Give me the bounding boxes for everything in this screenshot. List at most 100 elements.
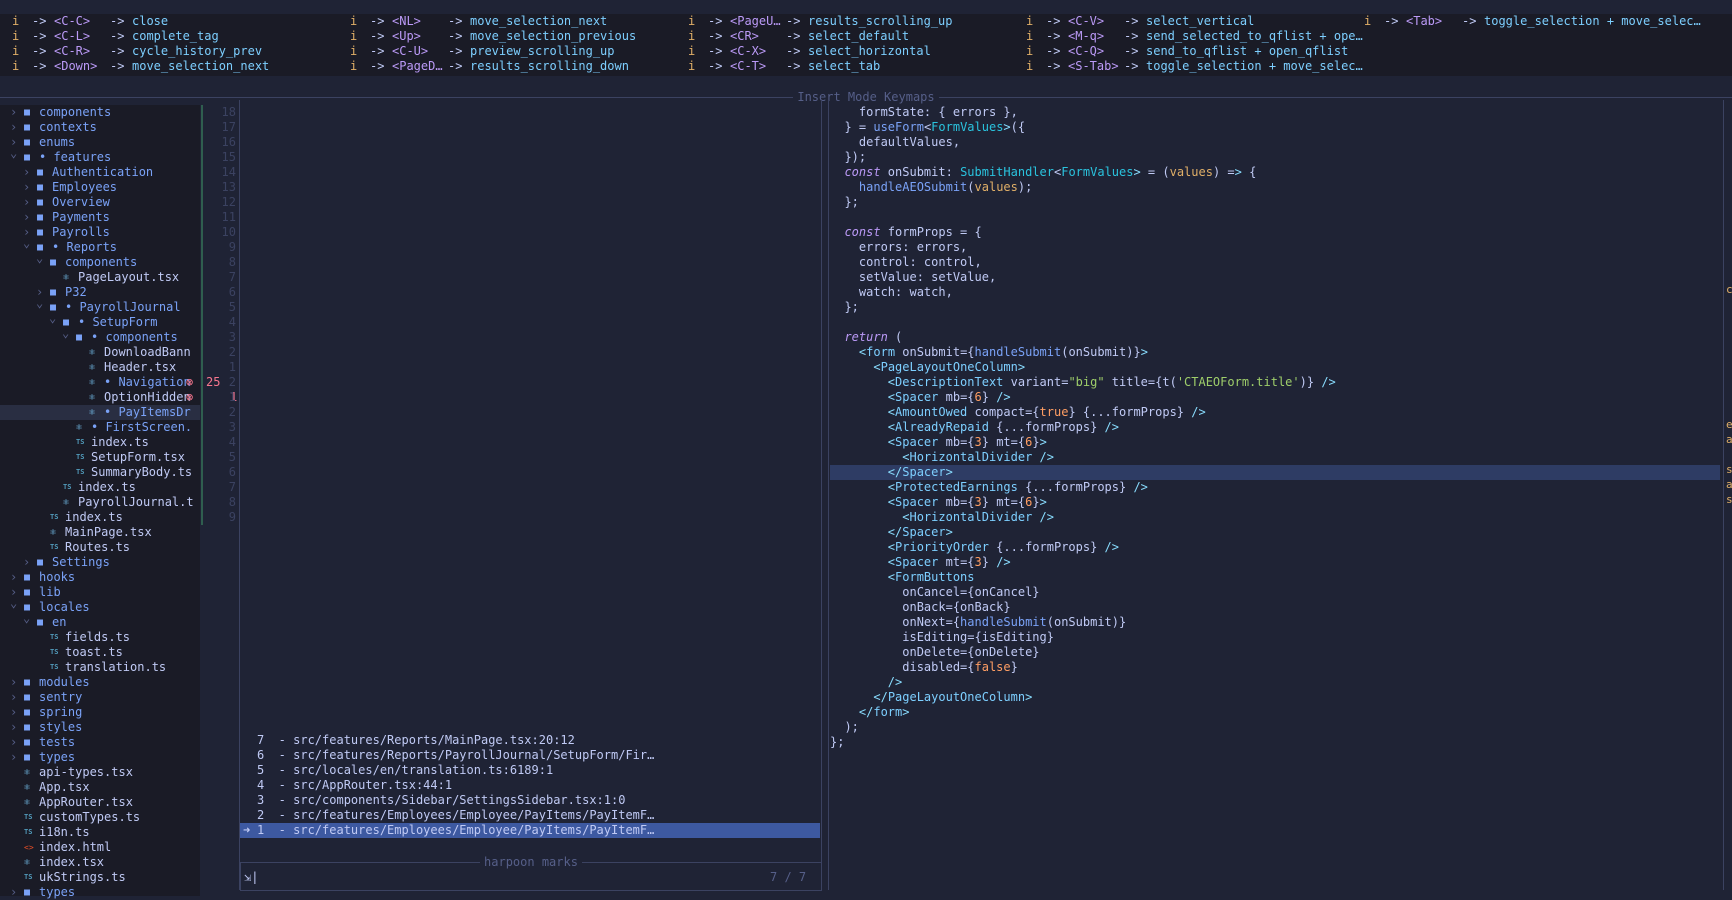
code-line[interactable]: <AlreadyRepaid {...formProps} />	[830, 420, 1720, 435]
tree-row[interactable]: › ■ P32	[0, 285, 200, 300]
chevron-right-icon[interactable]: ›	[10, 705, 17, 720]
tree-row[interactable]: TS toast.ts	[0, 645, 200, 660]
code-line[interactable]: <DescriptionText variant="big" title={t(…	[830, 375, 1720, 390]
tree-row[interactable]: › ■ types	[0, 750, 200, 765]
code-line[interactable]: };	[830, 195, 1720, 210]
tree-row[interactable]: › ■ Employees	[0, 180, 200, 195]
code-line[interactable]: } = useForm<FormValues>({	[830, 120, 1720, 135]
code-line[interactable]: const onSubmit: SubmitHandler<FormValues…	[830, 165, 1720, 180]
tree-row[interactable]: <> index.html	[0, 840, 200, 855]
code-line[interactable]: <HorizontalDivider />	[830, 510, 1720, 525]
tree-row[interactable]: › ■ lib	[0, 585, 200, 600]
tree-row[interactable]: ⌄ ■ en	[0, 611, 200, 630]
harpoon-mark[interactable]: 6 - src/features/Reports/PayrollJournal/…	[240, 748, 820, 763]
code-line[interactable]: />	[830, 675, 1720, 690]
chevron-right-icon[interactable]: ›	[23, 555, 30, 570]
code-line[interactable]: onDelete={onDelete}	[830, 645, 1720, 660]
tree-row[interactable]: TS SummaryBody.ts	[0, 465, 200, 480]
code-line[interactable]: <Spacer mb={6} />	[830, 390, 1720, 405]
tree-row[interactable]: › ■ Payments	[0, 210, 200, 225]
code-line[interactable]: <PageLayoutOneColumn>	[830, 360, 1720, 375]
chevron-down-icon[interactable]: ⌄	[36, 251, 43, 266]
tree-row[interactable]: › ■ components	[0, 105, 200, 120]
tree-row[interactable]: › ■ types	[0, 885, 200, 900]
code-line[interactable]: <ProtectedEarnings {...formProps} />	[830, 480, 1720, 495]
tree-row[interactable]: TS fields.ts	[0, 630, 200, 645]
tree-row[interactable]: TS customTypes.ts	[0, 810, 200, 825]
tree-row[interactable]: ⚛ MainPage.tsx	[0, 525, 200, 540]
code-line[interactable]: onBack={onBack}	[830, 600, 1720, 615]
code-line[interactable]: </Spacer>	[830, 465, 1720, 480]
code-line[interactable]: handleAEOSubmit(values);	[830, 180, 1720, 195]
tree-row[interactable]: ⚛ • PayItemsDr	[0, 405, 200, 420]
code-line[interactable]: </form>	[830, 705, 1720, 720]
prompt-cursor[interactable]: |	[251, 870, 258, 884]
code-line[interactable]: </Spacer>	[830, 525, 1720, 540]
code-line[interactable]: <FormButtons	[830, 570, 1720, 585]
chevron-down-icon[interactable]: ⌄	[10, 146, 17, 161]
chevron-right-icon[interactable]: ›	[10, 735, 17, 750]
harpoon-mark[interactable]: 4 - src/AppRouter.tsx:44:1	[240, 778, 820, 793]
tree-row[interactable]: ⌄ ■ • SetupForm	[0, 311, 200, 330]
tree-row[interactable]: TS translation.ts	[0, 660, 200, 675]
chevron-right-icon[interactable]: ›	[23, 195, 30, 210]
chevron-right-icon[interactable]: ›	[10, 675, 17, 690]
tree-row[interactable]: ⌄ ■ components	[0, 251, 200, 270]
chevron-right-icon[interactable]: ›	[10, 885, 17, 900]
code-line[interactable]: });	[830, 150, 1720, 165]
chevron-right-icon[interactable]: ›	[23, 165, 30, 180]
code-line[interactable]: watch: watch,	[830, 285, 1720, 300]
code-line[interactable]: <PriorityOrder {...formProps} />	[830, 540, 1720, 555]
tree-row[interactable]: › ■ spring	[0, 705, 200, 720]
tree-row[interactable]: ⚛ index.tsx	[0, 855, 200, 870]
code-line[interactable]: const formProps = {	[830, 225, 1720, 240]
code-line[interactable]	[830, 210, 1720, 225]
chevron-down-icon[interactable]: ⌄	[23, 611, 30, 626]
chevron-right-icon[interactable]: ›	[10, 570, 17, 585]
code-line[interactable]: return (	[830, 330, 1720, 345]
tree-row[interactable]: › ■ contexts	[0, 120, 200, 135]
code-line[interactable]: <Spacer mt={3} />	[830, 555, 1720, 570]
chevron-down-icon[interactable]: ⌄	[23, 236, 30, 251]
chevron-right-icon[interactable]: ›	[10, 120, 17, 135]
chevron-right-icon[interactable]: ›	[10, 750, 17, 765]
code-line[interactable]: onCancel={onCancel}	[830, 585, 1720, 600]
harpoon-results-list[interactable]: 7 - src/features/Reports/MainPage.tsx:20…	[240, 733, 820, 838]
code-line[interactable]: errors: errors,	[830, 240, 1720, 255]
code-line[interactable]: formState: { errors },	[830, 105, 1720, 120]
harpoon-mark[interactable]: 5 - src/locales/en/translation.ts:6189:1	[240, 763, 820, 778]
code-line[interactable]	[830, 315, 1720, 330]
code-line[interactable]: );	[830, 720, 1720, 735]
chevron-right-icon[interactable]: ›	[10, 720, 17, 735]
tree-row[interactable]: ⌄ ■ • Reports	[0, 236, 200, 255]
code-line[interactable]: disabled={false}	[830, 660, 1720, 675]
tree-row[interactable]: TS Routes.ts	[0, 540, 200, 555]
code-line[interactable]: </PageLayoutOneColumn>	[830, 690, 1720, 705]
file-tree[interactable]: › ■ components › ■ contexts › ■ enums ⌄ ■ • feature…	[0, 105, 237, 899]
chevron-down-icon[interactable]: ⌄	[36, 296, 43, 311]
tree-row[interactable]: ⌄ ■ • components	[0, 326, 200, 345]
tree-row[interactable]: ⚛ OptionHidden ⊗ 1	[0, 390, 237, 405]
tree-row[interactable]: ⌄ ■ • PayrollJournal	[0, 296, 200, 315]
chevron-down-icon[interactable]: ⌄	[49, 311, 56, 326]
chevron-right-icon[interactable]: ›	[10, 690, 17, 705]
tree-row[interactable]: ⌄ ■ • features	[0, 146, 200, 165]
tree-row[interactable]: › ■ Overview	[0, 195, 200, 210]
chevron-right-icon[interactable]: ›	[10, 105, 17, 120]
code-line[interactable]: <AmountOwed compact={true} {...formProps…	[830, 405, 1720, 420]
tree-row[interactable]: ⚛ AppRouter.tsx	[0, 795, 200, 810]
tree-row[interactable]: › ■ enums	[0, 135, 200, 150]
tree-row[interactable]: ⚛ • Navigation ⊗ 25	[0, 375, 220, 390]
chevron-down-icon[interactable]: ⌄	[10, 596, 17, 611]
code-line[interactable]: <Spacer mb={3} mt={6}>	[830, 495, 1720, 510]
code-line[interactable]: setValue: setValue,	[830, 270, 1720, 285]
tree-row[interactable]: TS index.ts	[0, 435, 200, 450]
harpoon-mark[interactable]: 7 - src/features/Reports/MainPage.tsx:20…	[240, 733, 820, 748]
chevron-down-icon[interactable]: ⌄	[62, 326, 69, 341]
tree-row[interactable]: TS SetupForm.tsx	[0, 450, 200, 465]
code-line[interactable]: isEditing={isEditing}	[830, 630, 1720, 645]
tree-row[interactable]: › ■ Settings	[0, 555, 200, 570]
code-line[interactable]: <HorizontalDivider />	[830, 450, 1720, 465]
code-line[interactable]: };	[830, 300, 1720, 315]
tree-row[interactable]: › ■ sentry	[0, 690, 200, 705]
